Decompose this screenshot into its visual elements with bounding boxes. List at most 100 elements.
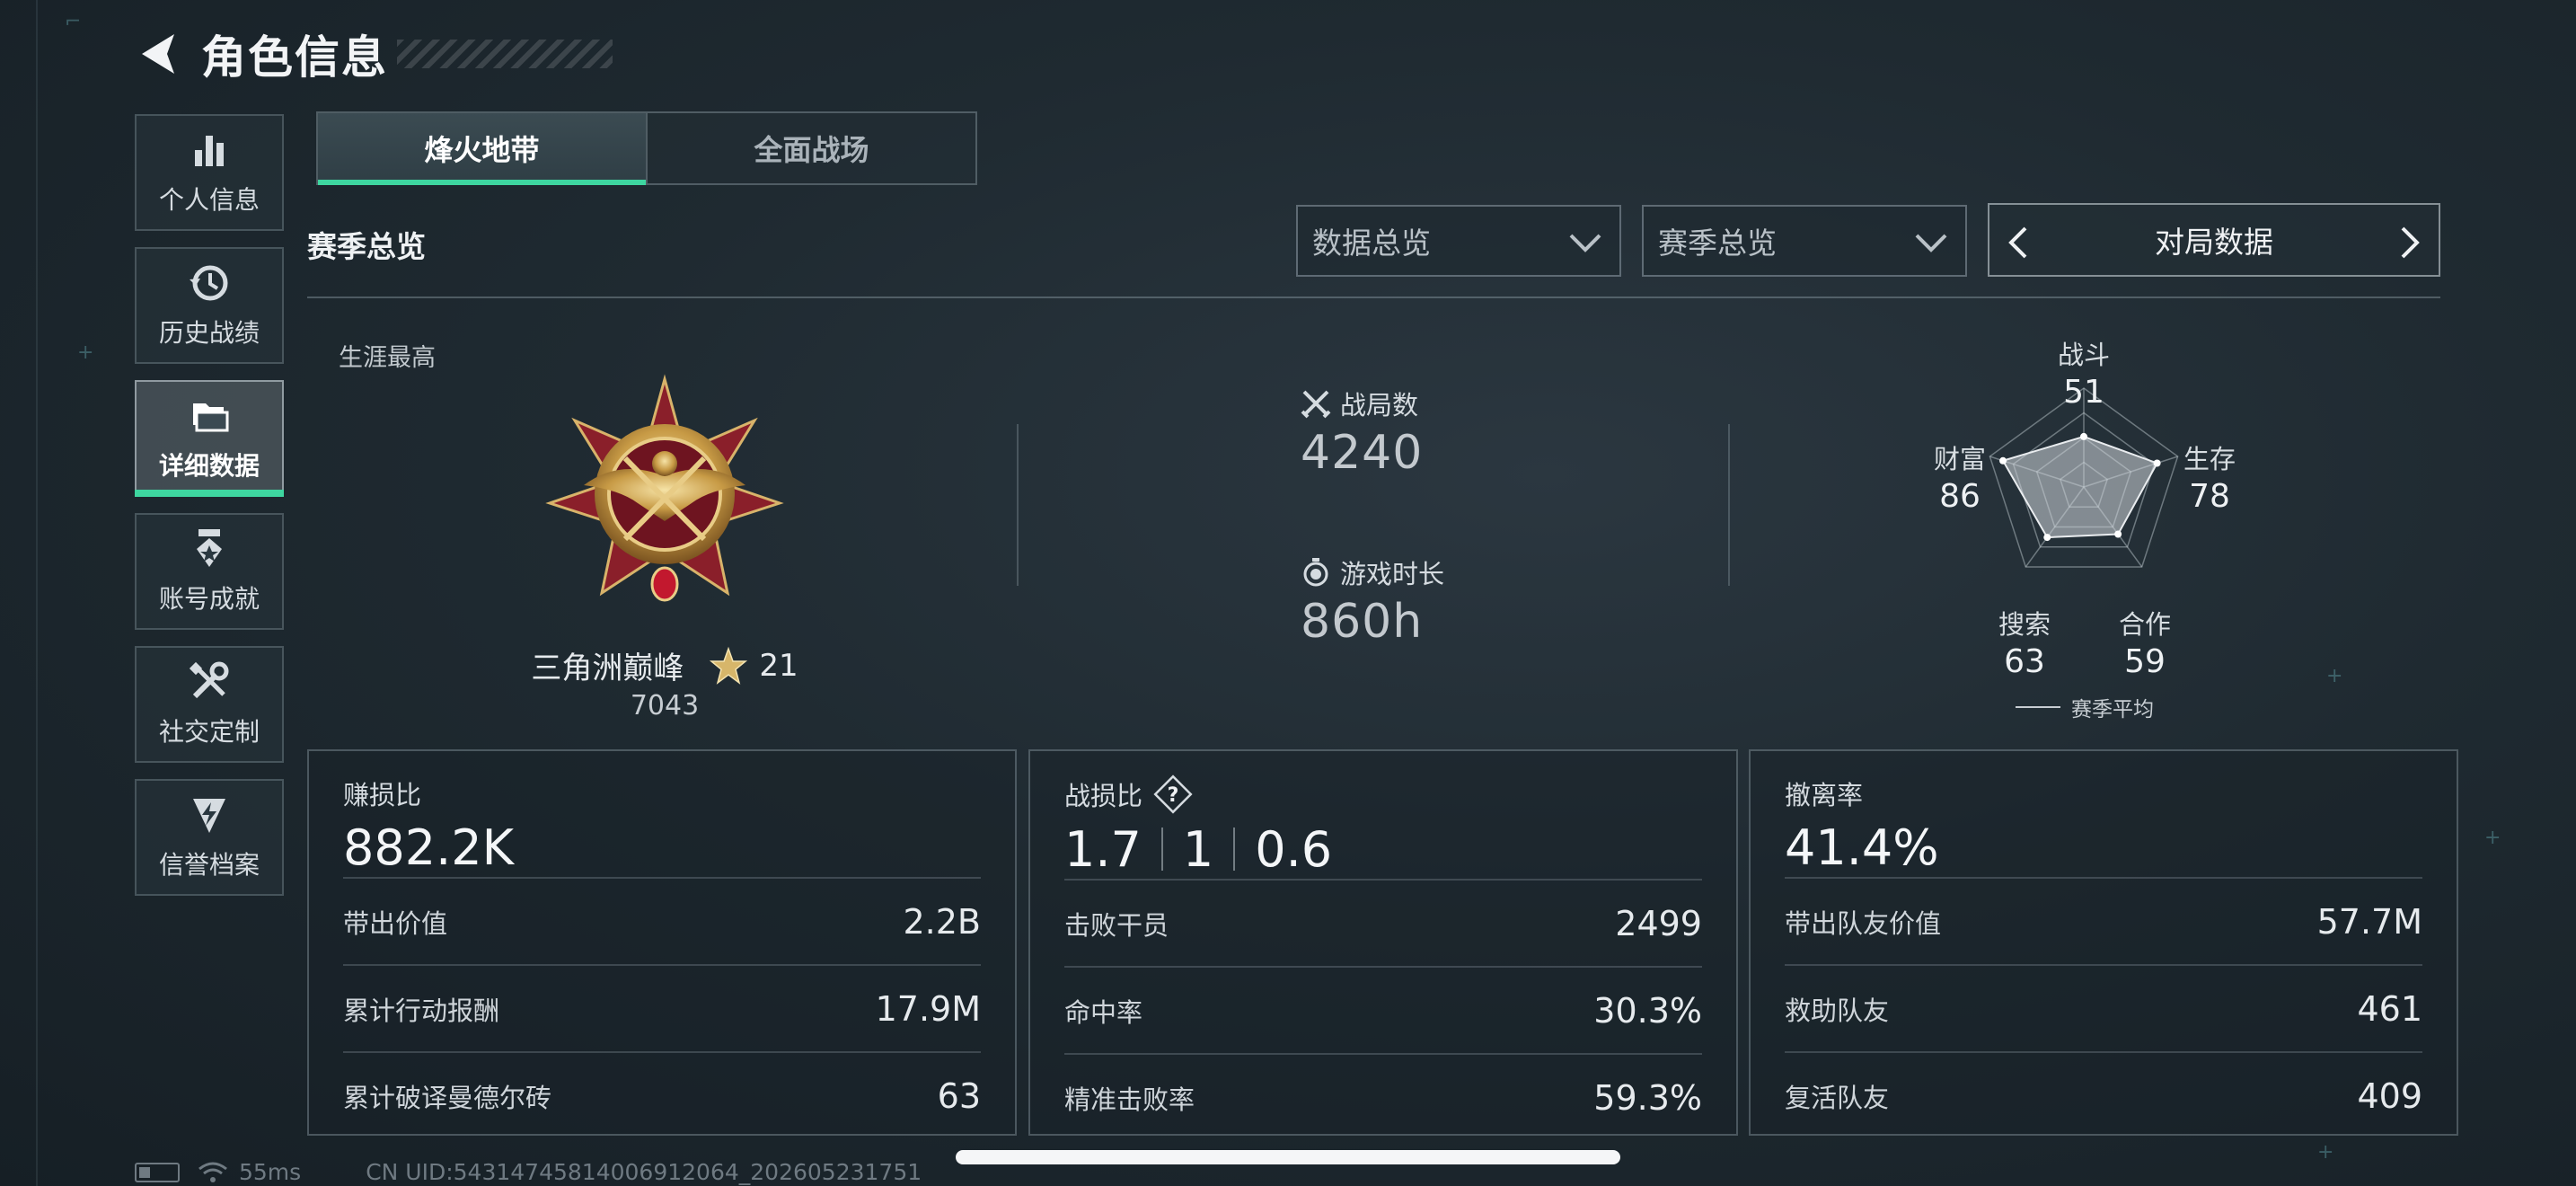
chevron-left-icon[interactable]: [2006, 225, 2031, 261]
sidebar-item-label: 信誉档案: [158, 850, 260, 880]
card-header: 战损比 ?: [1064, 774, 1702, 814]
rank-medal-icon: [545, 374, 784, 602]
sidebar-item-label: 详细数据: [158, 451, 260, 481]
profit-card: 赚损比 882.2K 带出价值 2.2B 累计行动报酬 17.9M 累计破译曼德尔砖…: [307, 749, 1017, 1136]
shield-bolt-icon: [193, 799, 225, 833]
stat-row: 带出队友价值 57.7M: [1785, 877, 2422, 964]
section-title: 赛季总览: [307, 229, 426, 264]
crosshair-icon: +: [2317, 1141, 2334, 1164]
sidebar-item-label: 社交定制: [158, 717, 260, 747]
extraction-card: 撤离率 41.4% 带出队友价值 57.7M 救助队友 461 复活队友 409: [1749, 749, 2458, 1136]
value-separator: [1233, 828, 1236, 871]
back-arrow-icon[interactable]: [135, 29, 181, 79]
radar-label-cooperation: 合作 59: [2118, 609, 2171, 680]
radar-label-survival: 生存 78: [2183, 444, 2236, 515]
stat-row: 救助队友 461: [1785, 964, 2422, 1051]
pager-label: 对局数据: [2155, 225, 2273, 260]
medal-icon: [197, 529, 222, 567]
frame-line: [36, 0, 38, 1186]
stat-row: 击败干员 2499: [1064, 879, 1702, 966]
section-divider: [307, 296, 2440, 298]
tab-hazard-zone[interactable]: 烽火地带: [318, 113, 646, 185]
select-value: 赛季总览: [1658, 226, 1777, 261]
playtime-label: 游戏时长: [1340, 559, 1445, 589]
sidebar-item-social[interactable]: 社交定制: [135, 646, 284, 763]
chevron-right-icon[interactable]: [2397, 225, 2422, 261]
matches-value: 4240: [1301, 426, 1424, 480]
matches-stat: 战局数 4240: [1301, 385, 1423, 480]
stat-row: 带出价值 2.2B: [343, 877, 981, 964]
crosshair-icon: +: [2484, 827, 2501, 849]
stopwatch-icon: [1303, 558, 1328, 587]
card-title: 战损比: [1064, 781, 1143, 811]
value-separator: [1160, 828, 1163, 871]
sidebar: 个人信息 历史战绩 详细数据 账号成就 社交定制 信誉档案: [135, 114, 284, 912]
sidebar-item-history[interactable]: 历史战绩: [135, 247, 284, 364]
stat-row: 精准击败率 59.3%: [1064, 1053, 1702, 1140]
stat-row: 复活队友 409: [1785, 1051, 2422, 1138]
stat-row: 命中率 30.3%: [1064, 966, 1702, 1053]
sidebar-item-detailed-data[interactable]: 详细数据: [135, 380, 284, 497]
radar-label-wealth: 财富 86: [1933, 444, 1986, 515]
uid-text: CN UID:54314745814006912064_202605231751: [366, 1159, 922, 1185]
card-big-value: 41.4%: [1785, 819, 1939, 876]
sidebar-item-label: 账号成就: [158, 584, 260, 614]
bar-chart-icon: [195, 136, 224, 166]
title-stripe-decoration: [397, 40, 613, 68]
column-divider: [1728, 424, 1730, 586]
battery-icon: [135, 1162, 180, 1182]
match-data-pager: 对局数据: [1988, 203, 2440, 277]
kd-value: 1.7: [1064, 820, 1142, 878]
page-title: 角色信息: [201, 31, 388, 84]
page-header: 角色信息: [135, 25, 613, 84]
chevron-down-icon: [1915, 234, 1947, 252]
playtime-stat: 游戏时长 860h: [1301, 553, 1444, 649]
playtime-value: 860h: [1301, 595, 1424, 649]
select-value: 数据总览: [1312, 226, 1431, 261]
data-overview-select[interactable]: 数据总览: [1296, 205, 1621, 277]
tab-full-battlefield[interactable]: 全面战场: [646, 113, 975, 183]
legend-label: 赛季平均: [2071, 698, 2154, 721]
card-title: 赚损比: [343, 780, 422, 810]
crosshair-icon: +: [2326, 665, 2343, 687]
radar-point: [2080, 432, 2087, 440]
radar-point: [2114, 530, 2122, 538]
home-indicator[interactable]: [956, 1150, 1620, 1164]
radar-point: [2043, 534, 2051, 542]
stat-row: 累计破译曼德尔砖 63: [343, 1051, 981, 1138]
combat-ratio-values: 1.7 1 0.6: [1064, 819, 1702, 879]
crosshair-icon: +: [77, 341, 94, 364]
ratio-middle-value: 1: [1182, 820, 1214, 878]
card-big-value: 882.2K: [343, 819, 515, 876]
status-footer: 55ms CN UID:54314745814006912064_2026052…: [135, 1159, 922, 1185]
career-best-label: 生涯最高: [339, 344, 436, 372]
sidebar-item-personal-info[interactable]: 个人信息: [135, 114, 284, 231]
radar-legend: 赛季平均: [2016, 692, 2154, 722]
rank-name: 三角洲巅峰: [531, 651, 684, 686]
radar-label-combat: 战斗 51: [2057, 340, 2110, 411]
sidebar-item-label: 个人信息: [158, 185, 260, 215]
help-icon[interactable]: ?: [1153, 774, 1193, 814]
sidebar-item-label: 历史战绩: [158, 318, 260, 348]
sidebar-item-reputation[interactable]: 信誉档案: [135, 779, 284, 896]
tools-icon: [189, 661, 229, 699]
star-icon: [710, 646, 748, 685]
legend-line: [2016, 706, 2060, 708]
combat-card: 战损比 ? 1.7 1 0.6 击败干员 2499 命中率 30.3% 精准击败率 5…: [1028, 749, 1738, 1136]
folder-stack-icon: [193, 403, 229, 432]
rank-row: 三角洲巅峰 21: [449, 643, 880, 687]
wifi-icon: [198, 1162, 227, 1182]
column-divider: [1017, 424, 1019, 586]
card-title: 撤离率: [1785, 780, 1864, 810]
chevron-down-icon: [1569, 234, 1601, 252]
rank-points: 7043: [630, 690, 700, 721]
sidebar-item-achievements[interactable]: 账号成就: [135, 513, 284, 630]
radar-label-search: 搜索 63: [1998, 609, 2051, 680]
corner-bracket-icon: ⌐: [65, 11, 82, 33]
mode-tabs: 烽火地带 全面战场: [316, 111, 977, 185]
season-select[interactable]: 赛季总览: [1642, 205, 1967, 277]
rank-stars: 21: [759, 647, 798, 684]
radar-value-area: [2001, 435, 2159, 539]
history-clock-icon: [190, 265, 228, 301]
ping-value: 55ms: [239, 1159, 302, 1185]
